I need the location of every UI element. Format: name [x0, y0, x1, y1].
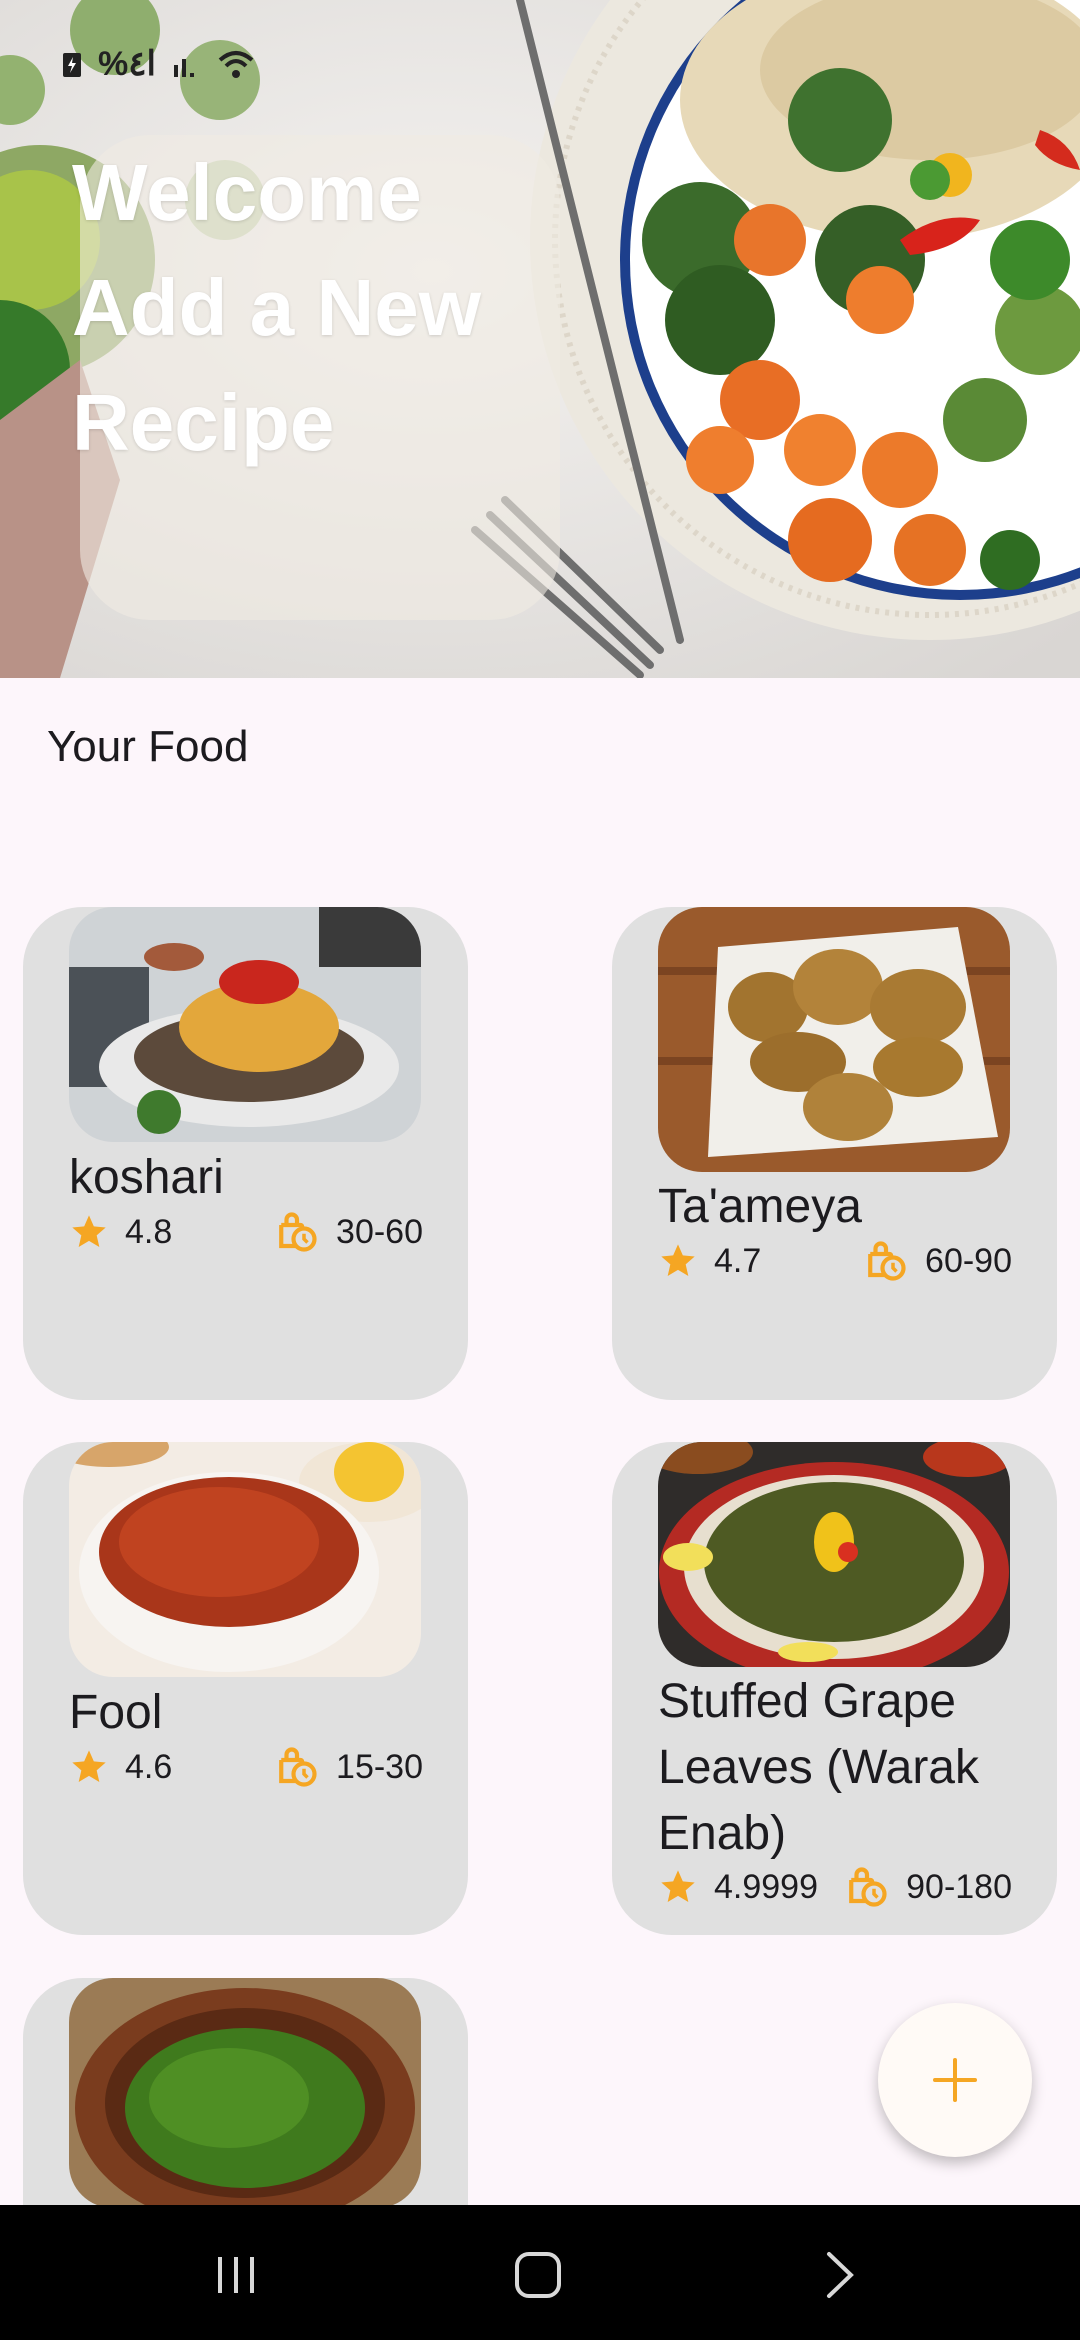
- plus-icon: [933, 2058, 977, 2102]
- star-icon: [72, 1215, 106, 1247]
- section-title: Your Food: [47, 722, 249, 771]
- timer-icon: [279, 1747, 317, 1787]
- recipe-meta: 4.9999 90-180: [658, 1862, 1012, 1912]
- recipe-time: 15-30: [336, 1747, 423, 1786]
- recipe-card-fool[interactable]: Fool 4.6 15-30: [23, 1442, 468, 1935]
- star-icon: [661, 1870, 695, 1902]
- recents-icon: [218, 2257, 254, 2293]
- timer-icon: [849, 1867, 887, 1907]
- recipe-image: [658, 907, 1010, 1172]
- star-icon: [661, 1244, 695, 1276]
- wifi-icon: [218, 51, 254, 78]
- recipe-rating: 4.8: [125, 1212, 173, 1251]
- recipe-name-line-1: Stuffed Grape: [658, 1675, 956, 1728]
- nav-home-button[interactable]: [503, 2240, 573, 2310]
- battery-percent: %ا٤: [98, 45, 156, 83]
- star-icon: [72, 1750, 106, 1782]
- recipe-time: 60-90: [925, 1241, 1012, 1280]
- nav-back-button[interactable]: [805, 2240, 875, 2310]
- recipe-meta: 4.8 30-60: [69, 1207, 423, 1257]
- battery-charging-icon: [63, 53, 81, 77]
- recipe-name-line-2: Leaves (Warak: [658, 1741, 979, 1794]
- recipe-time: 30-60: [336, 1212, 423, 1251]
- signal-icon: [173, 59, 194, 77]
- hero-line-2: Add a New: [72, 263, 481, 352]
- recipe-rating: 4.6: [125, 1747, 173, 1786]
- recipe-name: Stuffed Grape Leaves (Warak Enab): [658, 1669, 979, 1867]
- system-navigation-bar: [0, 2205, 1080, 2340]
- recipe-rating: 4.9999: [714, 1867, 818, 1906]
- recipe-card-koshari[interactable]: koshari 4.8 30-60: [23, 907, 468, 1400]
- recipe-image: [69, 1442, 421, 1677]
- back-icon: [827, 2252, 854, 2298]
- hero-line-3: Recipe: [72, 378, 335, 467]
- timer-icon: [868, 1241, 906, 1281]
- recipe-rating: 4.7: [714, 1241, 762, 1280]
- nav-recents-button[interactable]: [201, 2240, 271, 2310]
- status-bar: %ا٤: [60, 44, 256, 84]
- hero-heading: Welcome Add a New Recipe: [72, 135, 552, 480]
- recipe-card-taameya[interactable]: Ta'ameya 4.7 60-90: [612, 907, 1057, 1400]
- recipe-image: [69, 1978, 421, 2208]
- home-icon: [515, 2252, 561, 2298]
- recipe-name: Ta'ameya: [658, 1180, 862, 1233]
- recipe-time: 90-180: [906, 1867, 1012, 1906]
- timer-icon: [279, 1212, 317, 1252]
- hero-line-1: Welcome: [72, 148, 422, 237]
- recipe-image: [69, 907, 421, 1142]
- add-recipe-button[interactable]: [878, 2003, 1032, 2157]
- recipe-image: [658, 1442, 1010, 1667]
- recipe-meta: 4.6 15-30: [69, 1742, 423, 1792]
- screen: %ا٤ Welcome Add a New Recipe Your Food k…: [0, 0, 1080, 2340]
- recipe-card-stuffed-grape-leaves[interactable]: Stuffed Grape Leaves (Warak Enab) 4.9999…: [612, 1442, 1057, 1935]
- recipe-name-line-3: Enab): [658, 1807, 787, 1860]
- hero-banner: %ا٤ Welcome Add a New Recipe: [0, 0, 1080, 678]
- recipe-name: Fool: [69, 1686, 163, 1739]
- recipe-name: koshari: [69, 1151, 224, 1204]
- recipe-meta: 4.7 60-90: [658, 1236, 1012, 1286]
